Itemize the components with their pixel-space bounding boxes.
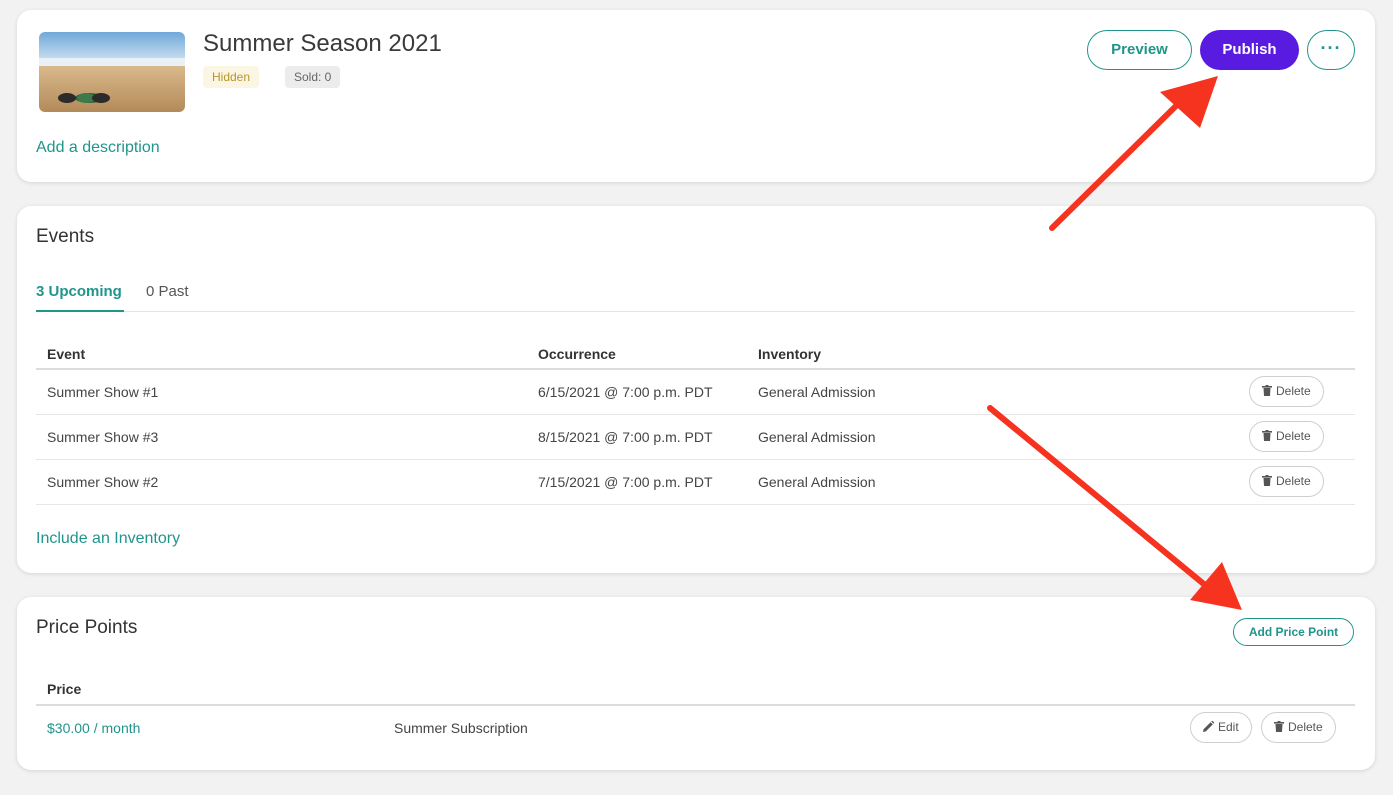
delete-event-button[interactable]: Delete <box>1249 466 1324 497</box>
trash-icon <box>1274 721 1284 732</box>
column-price: Price <box>47 681 82 697</box>
price-point-name: Summer Subscription <box>394 720 528 736</box>
delete-label: Delete <box>1276 474 1311 488</box>
events-table: Event Occurrence Inventory Summer Show #… <box>36 336 1355 505</box>
trash-icon <box>1262 430 1272 441</box>
sold-count-badge: Sold: 0 <box>285 66 341 88</box>
column-event: Event <box>47 346 86 362</box>
price-points-card: Price Points Add Price Point Price $30.0… <box>17 597 1375 770</box>
edit-price-button[interactable]: Edit <box>1190 712 1252 743</box>
table-row: Summer Show #1 6/15/2021 @ 7:00 p.m. PDT… <box>36 370 1355 415</box>
delete-label: Delete <box>1288 720 1323 734</box>
column-inventory: Inventory <box>758 346 822 362</box>
event-inventory: General Admission <box>758 474 876 490</box>
table-row: Summer Show #3 8/15/2021 @ 7:00 p.m. PDT… <box>36 415 1355 460</box>
tab-past[interactable]: 0 Past <box>146 283 189 312</box>
column-occurrence: Occurrence <box>538 346 616 362</box>
product-header-card: Summer Season 2021 Hidden Sold: 0 Add a … <box>17 10 1375 182</box>
trash-icon <box>1262 385 1272 396</box>
product-thumbnail[interactable] <box>39 32 185 112</box>
event-inventory: General Admission <box>758 429 876 445</box>
tab-upcoming[interactable]: 3 Upcoming <box>36 283 124 312</box>
add-description-link[interactable]: Add a description <box>36 139 160 157</box>
delete-price-button[interactable]: Delete <box>1261 712 1336 743</box>
table-row: $30.00 / month Summer Subscription Edit … <box>36 706 1355 751</box>
delete-event-button[interactable]: Delete <box>1249 421 1324 452</box>
include-inventory-link[interactable]: Include an Inventory <box>36 530 180 548</box>
delete-label: Delete <box>1276 429 1311 443</box>
delete-event-button[interactable]: Delete <box>1249 376 1324 407</box>
add-price-point-button[interactable]: Add Price Point <box>1233 618 1354 646</box>
table-row: Summer Show #2 7/15/2021 @ 7:00 p.m. PDT… <box>36 460 1355 505</box>
price-points-title: Price Points <box>36 617 138 638</box>
events-table-header: Event Occurrence Inventory <box>36 336 1355 370</box>
event-name: Summer Show #1 <box>47 384 159 400</box>
pencil-icon <box>1203 720 1215 732</box>
event-name: Summer Show #3 <box>47 429 159 445</box>
event-inventory: General Admission <box>758 384 876 400</box>
price-value: $30.00 / month <box>47 720 141 736</box>
event-occurrence: 7/15/2021 @ 7:00 p.m. PDT <box>538 474 713 490</box>
event-occurrence: 8/15/2021 @ 7:00 p.m. PDT <box>538 429 713 445</box>
status-badge: Hidden <box>203 66 260 88</box>
events-title: Events <box>36 226 95 247</box>
trash-icon <box>1262 475 1272 486</box>
page-title: Summer Season 2021 <box>203 30 442 57</box>
event-name: Summer Show #2 <box>47 474 159 490</box>
delete-label: Delete <box>1276 384 1311 398</box>
event-occurrence: 6/15/2021 @ 7:00 p.m. PDT <box>538 384 713 400</box>
preview-button[interactable]: Preview <box>1087 30 1192 70</box>
publish-button[interactable]: Publish <box>1200 30 1299 70</box>
price-table-header: Price <box>36 671 1355 706</box>
more-options-button[interactable]: ··· <box>1307 30 1355 70</box>
price-points-table: Price $30.00 / month Summer Subscription… <box>36 671 1355 751</box>
events-card: Events 3 Upcoming 0 Past Event Occurrenc… <box>17 206 1375 573</box>
edit-label: Edit <box>1218 720 1239 734</box>
events-tabs: 3 Upcoming 0 Past <box>36 282 1355 312</box>
